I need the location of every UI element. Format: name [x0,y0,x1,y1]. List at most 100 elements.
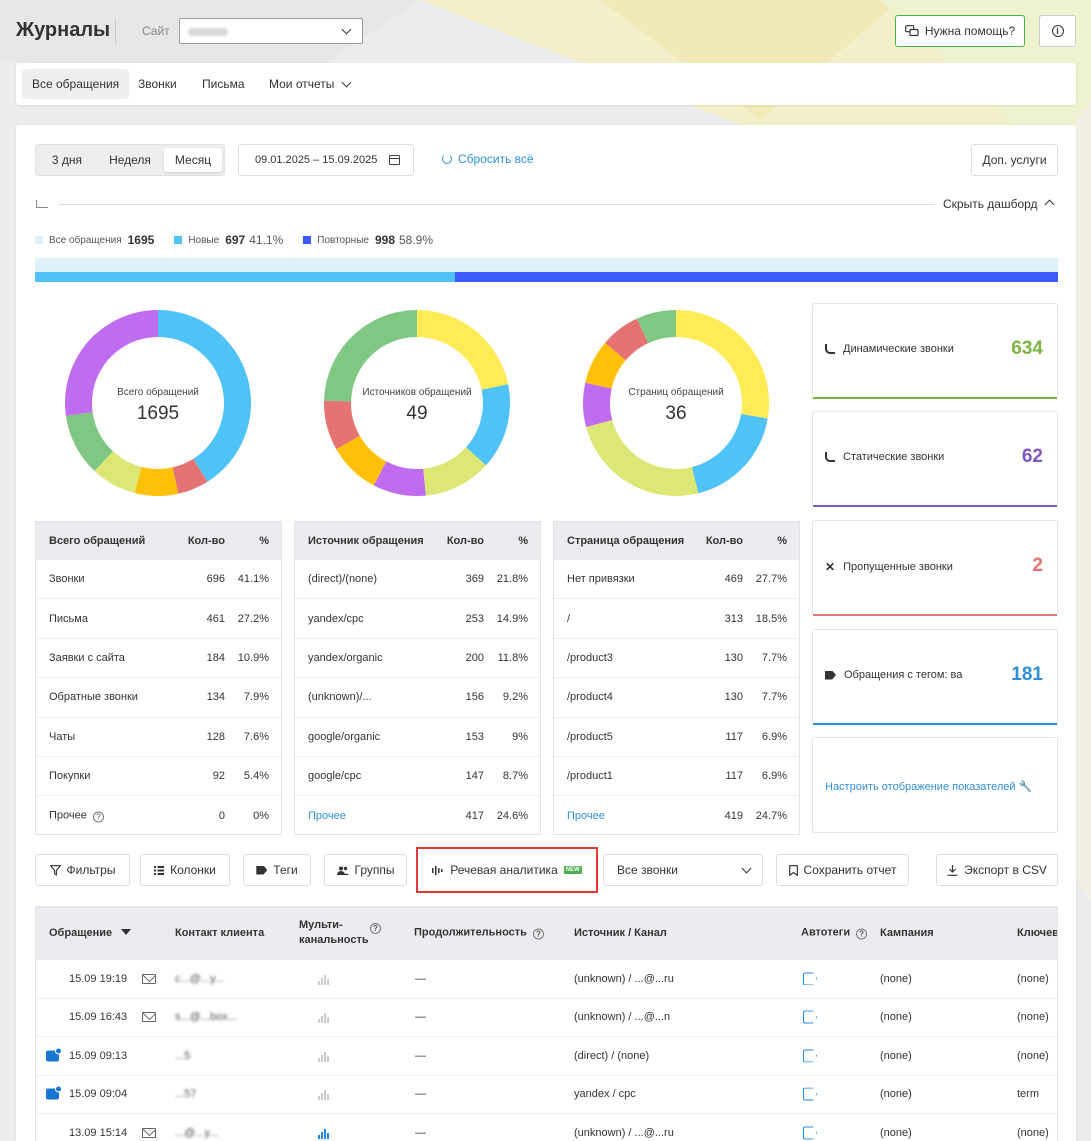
appeal-date[interactable]: 13.09 15:14 [69,1127,127,1139]
table-row[interactable]: 13.09 15:14 ...@...y... — (unknown) / ..… [36,1113,1057,1141]
site-select[interactable] [179,18,363,44]
help-icon[interactable]: ? [532,928,544,940]
groups-button[interactable]: Группы [324,854,407,886]
reset-icon [442,154,452,164]
table-row: google/organic 153 9% [295,716,540,756]
table-cell-pct: 9% [512,730,528,743]
donut-slice[interactable] [586,419,699,496]
col-appeal[interactable]: Обращение [49,927,132,939]
table-cell-name-text: /product5 [567,730,613,743]
multichannel-icon [318,1088,329,1101]
autotag-icon[interactable] [803,1049,817,1063]
col-keyword[interactable]: Ключев [1017,927,1057,939]
export-csv-button[interactable]: Экспорт в CSV [936,854,1058,886]
table-row: Нет привязки 469 27.7% [554,559,799,598]
stat-tagged-appeals[interactable]: Обращения с тегом: ва 181 [812,629,1058,725]
col-duration[interactable]: Продолжительность? [414,927,544,940]
donut-slice[interactable] [134,466,179,496]
col-multichannel[interactable]: Мульти- канальность [299,918,369,948]
donut-slice[interactable] [417,310,509,390]
help-icon[interactable]: ? [856,928,868,940]
table-cell-count: 461 [206,612,225,625]
chevron-up-icon[interactable] [1044,199,1055,210]
table-row[interactable]: 15.09 16:43 s...@...box... — (unknown) /… [36,997,1057,1036]
appeal-date[interactable]: 15.09 09:13 [69,1050,127,1062]
legend-new-pct: 41.1% [249,233,284,247]
table-cell-name-text: yandex/cpc [308,612,364,625]
speech-analytics-button[interactable]: Речевая аналитика NEW [416,847,598,893]
donut-slice[interactable] [64,310,158,416]
period-week[interactable]: Неделя [98,148,162,172]
tab-letters[interactable]: Письма [192,69,255,99]
table-cell-count: 147 [465,770,484,783]
filters-button[interactable]: Фильтры [35,854,130,886]
table-row: yandex/organic 200 11.8% [295,637,540,677]
hide-dashboard-link[interactable]: Скрыть дашборд [943,197,1038,211]
info-button[interactable]: i [1039,15,1076,47]
sort-desc-icon [121,929,132,935]
col-contact[interactable]: Контакт клиента [175,927,264,939]
autotag-icon[interactable] [803,1087,817,1101]
autotag-icon[interactable] [803,1010,817,1024]
mail-icon [142,973,156,984]
tab-calls[interactable]: Звонки [128,69,187,99]
tab-all-appeals[interactable]: Все обращения [22,69,130,99]
save-report-button[interactable]: Сохранить отчет [776,854,909,886]
table-header-name: Всего обращений [49,534,146,547]
configure-metrics-link[interactable]: Настроить отображение показателей 🔧 [825,780,1032,793]
help-icon[interactable]: ? [92,811,104,823]
autotag-icon[interactable] [803,972,817,985]
columns-button[interactable]: Колонки [140,854,230,886]
donut-slice[interactable] [691,414,768,494]
stat-label-text: Статические звонки [843,451,945,463]
chevron-down-icon [741,863,752,874]
table-header: Источник обращения Кол-во % [295,522,540,559]
col-appeal-label: Обращение [49,927,113,939]
donut-total: 49 [406,403,428,424]
help-button[interactable]: Нужна помощь? [895,15,1025,47]
table-cell-pct: 24.6% [496,809,528,822]
stat-missed-calls[interactable]: ✕ Пропущенные звонки 2 [812,520,1058,616]
stat-dynamic-calls[interactable]: Динамические звонки 634 [812,303,1058,399]
table-cell-name: /product5 [567,731,613,743]
table-cell-name[interactable]: Прочее [308,810,346,822]
appeal-date[interactable]: 15.09 19:19 [69,973,127,985]
table-cell-pct: 8.7% [502,770,528,783]
tab-my-reports[interactable]: Мои отчеты [259,69,358,99]
table-row[interactable]: 15.09 09:13 ...5 — (direct) / (none) (no… [36,1036,1057,1074]
help-icon[interactable]: ? [370,921,381,934]
legend-repeat-label: Повторные [317,234,369,246]
tab-my-reports-label: Мои отчеты [269,77,335,91]
col-campaign[interactable]: Кампания [880,927,934,939]
bookmark-icon [788,864,798,876]
col-autotags[interactable]: Автотеги? [801,927,868,940]
table-cell-count: 469 [724,573,743,586]
multichannel-icon [318,973,329,985]
table-cell-name-text: Письма [49,612,88,625]
tag-icon [825,670,836,680]
table-row[interactable]: 15.09 19:19 c...@...y... — (unknown) / .… [36,959,1057,997]
table-cell-name-text: Чаты [49,730,76,743]
keyword: (none) [1017,1049,1049,1062]
appeal-date[interactable]: 15.09 09:04 [69,1088,127,1100]
tags-button[interactable]: Теги [243,854,311,886]
source-channel: (unknown) / ...@...ru [574,1126,674,1139]
reset-all-link[interactable]: Сбросить всё [442,152,534,166]
table-row: /product3 130 7.7% [554,637,799,677]
table-cell-name[interactable]: Прочее [567,810,605,822]
col-source[interactable]: Источник / Канал [574,927,667,939]
table-row[interactable]: 15.09 09:04 ...57 — yandex / cpc (none) … [36,1074,1057,1113]
calls-filter-select[interactable]: Все звонки [603,854,763,886]
date-range-picker[interactable]: 09.01.2025 – 15.09.2025 [238,144,414,176]
period-month[interactable]: Месяц [164,148,222,172]
table-cell-count: 696 [206,573,225,586]
autotag-icon[interactable] [803,1126,817,1140]
campaign: (none) [880,1126,912,1139]
period-3days[interactable]: 3 дня [40,148,94,172]
table-cell-name: Звонки [49,573,85,585]
col-duration-label: Продолжительность [414,926,527,939]
table-row: / 313 18.5% [554,598,799,637]
appeal-date[interactable]: 15.09 16:43 [69,1011,127,1023]
stat-static-calls[interactable]: Статические звонки 62 [812,411,1058,507]
extra-services-button[interactable]: Доп. услуги [971,144,1058,176]
